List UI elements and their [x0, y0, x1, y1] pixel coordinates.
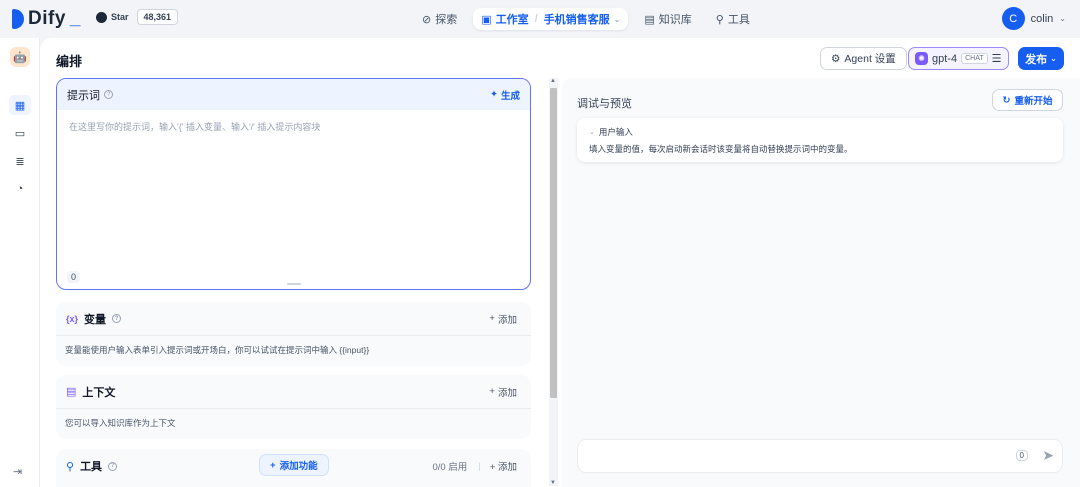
- chat-char-count: 0: [1015, 450, 1028, 461]
- github-star[interactable]: Star 48,361: [96, 9, 179, 25]
- prompt-char-count: 0: [67, 271, 81, 283]
- resize-handle[interactable]: [287, 283, 301, 285]
- app-name: Dify: [28, 8, 66, 29]
- model-selector[interactable]: ✺ gpt-4 CHAT ☰: [908, 47, 1009, 70]
- sliders-icon: ☰: [991, 53, 1002, 65]
- avatar: C: [1001, 7, 1025, 30]
- github-icon: [96, 11, 107, 23]
- user-input-desc: 填入变量的值，每次启动新会话时该变量将自动替换提示词中的变量。: [589, 144, 853, 154]
- main-nav: ⊘ 探索 ▣ 工作室 / 手机销售客服 ⌄ ▤ 知识库 ⚲ 工具: [414, 8, 758, 30]
- generate-button[interactable]: ✦ 生成: [490, 88, 520, 102]
- variable-icon: {x}: [66, 313, 79, 324]
- scroll-up-icon[interactable]: ▲: [550, 78, 556, 84]
- help-icon[interactable]: ?: [112, 314, 122, 323]
- prompt-title: 提示词: [67, 89, 100, 102]
- add-context-button[interactable]: + 添加: [489, 385, 517, 399]
- orchestrate-icon[interactable]: ▦: [9, 95, 31, 115]
- nav-studio[interactable]: ▣ 工作室 / 手机销售客服 ⌄: [473, 8, 629, 30]
- scroll-thumb[interactable]: [550, 88, 557, 398]
- compass-icon: ⊘: [422, 13, 432, 26]
- plus-icon: +: [489, 462, 496, 473]
- nav-explore[interactable]: ⊘ 探索: [414, 8, 465, 30]
- variables-title: 变量: [84, 313, 107, 326]
- add-tool-button[interactable]: + 添加: [490, 459, 517, 473]
- sparkle-icon: ✦: [490, 89, 498, 100]
- monitor-icon[interactable]: ◔: [9, 179, 31, 199]
- context-title: 上下文: [82, 386, 116, 399]
- variables-section: {x} 变量 ? + 添加 变量能使用户输入表单引入提示词或开场白，你可以试试在…: [56, 302, 531, 366]
- left-rail: 🤖 ▦ ▭ ≣ ◔ ⇥: [0, 38, 40, 487]
- chevron-down-icon: ⌄: [589, 129, 595, 136]
- plus-icon: +: [489, 386, 495, 397]
- help-icon[interactable]: ?: [108, 461, 118, 471]
- main-panel: 编排 ⚙ Agent 设置 ✺ gpt-4 CHAT ☰ 发布 ⌄ 提示词 ? …: [40, 38, 1080, 487]
- user-name: colin: [1030, 12, 1054, 25]
- chat-input[interactable]: 0 ➤: [577, 439, 1063, 473]
- star-label: Star: [111, 12, 129, 22]
- user-input-card[interactable]: ⌄ 用户输入 填入变量的值，每次启动新会话时该变量将自动替换提示词中的变量。: [577, 118, 1063, 162]
- nav-tools[interactable]: ⚲ 工具: [708, 8, 758, 30]
- tools-enabled-count: 0/0 启用: [432, 462, 468, 473]
- document-icon: ▤: [66, 386, 77, 398]
- nav-knowledge[interactable]: ▤ 知识库: [636, 8, 699, 30]
- dify-logo[interactable]: Dify _: [12, 8, 81, 30]
- chevron-down-icon: ⌄: [1050, 54, 1057, 63]
- tools-title: 工具: [80, 461, 103, 473]
- prompt-editor[interactable]: 提示词 ? ✦ 生成 在这里写你的提示词，输入'{' 插入变量、输入'/' 插入…: [56, 78, 531, 290]
- chevron-down-icon: ⌄: [613, 14, 621, 24]
- variables-desc: 变量能使用户输入表单引入提示词或开场白，你可以试试在提示词中输入 {{input…: [65, 345, 370, 355]
- refresh-icon: ↻: [1002, 94, 1011, 106]
- scrollbar[interactable]: ▲ ▼: [549, 78, 558, 486]
- plus-icon: +: [489, 313, 495, 324]
- add-variable-button[interactable]: + 添加: [489, 312, 517, 326]
- app-avatar-icon[interactable]: 🤖: [10, 47, 30, 67]
- tool-icon: ⚲: [715, 13, 724, 26]
- openai-icon: ✺: [915, 52, 928, 65]
- model-mode-badge: CHAT: [961, 53, 988, 64]
- agent-settings-button[interactable]: ⚙ Agent 设置: [820, 47, 907, 70]
- top-bar: Dify _ Star 48,361 ⊘ 探索 ▣ 工作室 / 手机销售客服 ⌄ …: [0, 0, 1080, 38]
- api-icon[interactable]: ▭: [9, 123, 31, 143]
- context-section: ▤ 上下文 + 添加 您可以导入知识库作为上下文: [56, 375, 531, 439]
- scroll-down-icon[interactable]: ▼: [550, 480, 556, 486]
- add-feature-button[interactable]: + 添加功能: [259, 454, 329, 476]
- prompt-placeholder: 在这里写你的提示词，输入'{' 插入变量、输入'/' 插入提示内容块: [69, 122, 321, 132]
- user-input-title: 用户输入: [598, 127, 633, 137]
- tool-icon: ⚲: [66, 460, 75, 473]
- expand-icon[interactable]: ⇥: [13, 465, 22, 478]
- context-desc: 您可以导入知识库作为上下文: [65, 418, 176, 428]
- logs-icon[interactable]: ≣: [9, 151, 31, 171]
- restart-button[interactable]: ↻ 重新开始: [992, 89, 1063, 111]
- prompt-header: 提示词 ? ✦ 生成: [57, 79, 530, 110]
- book-icon: ▤: [644, 13, 655, 26]
- model-name: gpt-4: [932, 52, 958, 65]
- help-icon[interactable]: ?: [104, 90, 113, 99]
- plus-icon: +: [270, 459, 276, 471]
- robot-icon: ▣: [481, 13, 492, 26]
- publish-button[interactable]: 发布 ⌄: [1018, 47, 1064, 70]
- user-menu[interactable]: C colin ⌄: [1001, 7, 1066, 30]
- chevron-down-icon: ⌄: [1059, 14, 1066, 23]
- send-icon[interactable]: ➤: [1042, 447, 1054, 464]
- preview-title: 调试与预览: [577, 98, 632, 110]
- debug-preview-panel: 调试与预览 ↻ 重新开始 ⌄ 用户输入 填入变量的值，每次启动新会话时该变量将自…: [562, 78, 1080, 487]
- current-app-name: 手机销售客服: [543, 14, 610, 26]
- dify-logo-icon: [12, 9, 24, 29]
- star-count: 48,361: [136, 9, 179, 25]
- gear-icon: ⚙: [831, 52, 841, 65]
- page-title: 编排: [56, 54, 83, 69]
